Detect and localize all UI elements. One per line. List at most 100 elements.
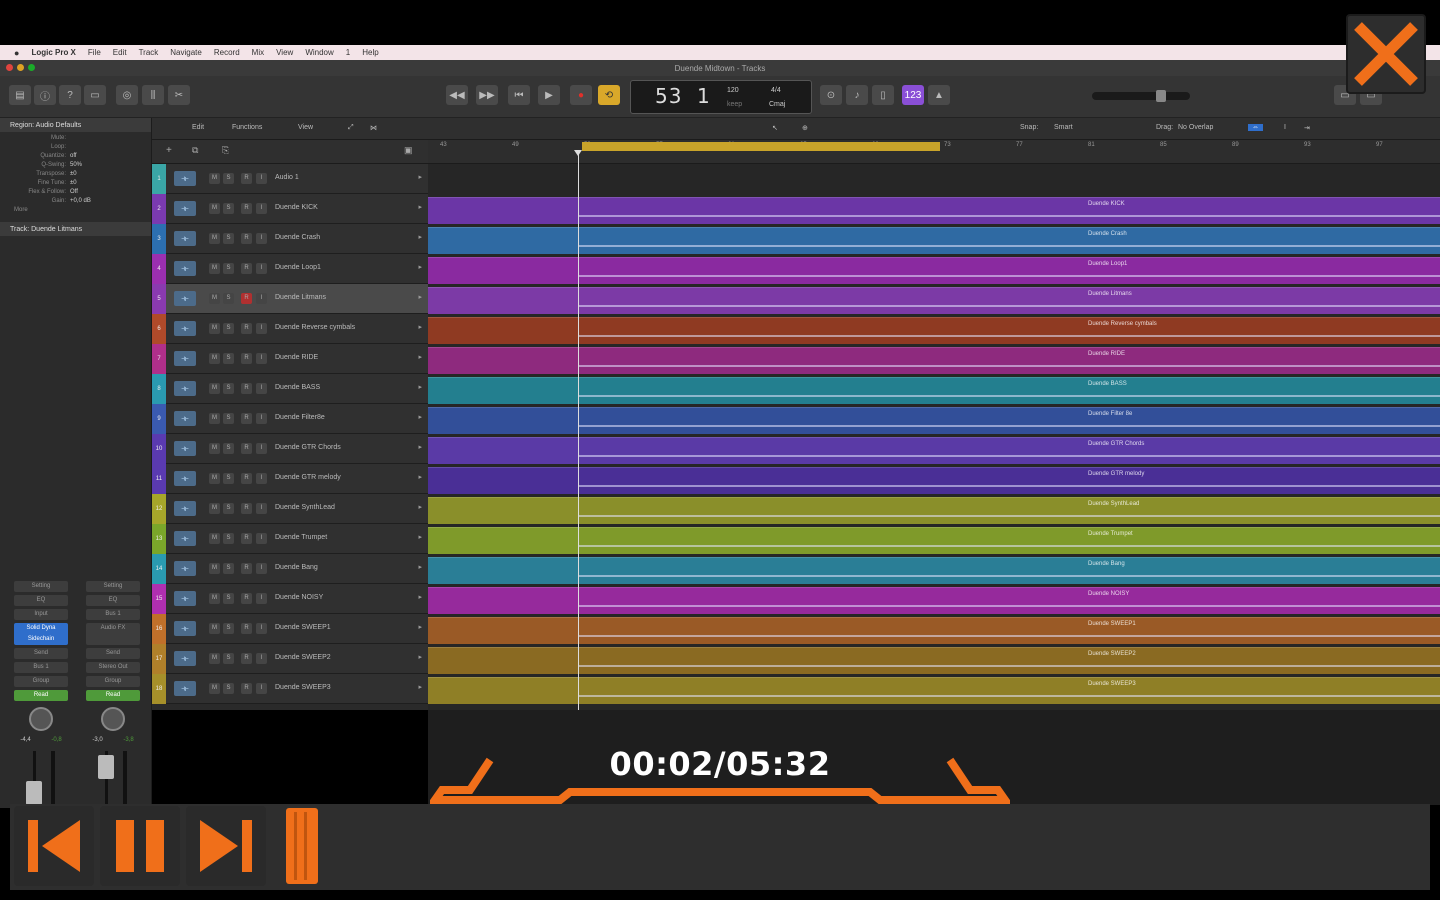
track-lane[interactable]: Duende SWEEP1 <box>428 614 1440 644</box>
track-lane[interactable]: Duende Loop1 <box>428 254 1440 284</box>
track-lane[interactable]: Duende SWEEP2 <box>428 644 1440 674</box>
playhead-marker-icon[interactable] <box>574 150 582 156</box>
record-enable-button[interactable]: R <box>241 623 252 634</box>
audio-region[interactable]: Duende SWEEP2 <box>428 647 1440 674</box>
param-row[interactable]: Transpose: ±0 <box>0 171 151 180</box>
input-monitor-button[interactable]: I <box>256 623 267 634</box>
track-name[interactable]: Duende RIDE <box>275 354 318 361</box>
track-lane[interactable] <box>428 164 1440 194</box>
strip-group-slot[interactable]: Group <box>86 676 140 687</box>
record-enable-button[interactable]: R <box>241 173 252 184</box>
param-row[interactable]: Loop: <box>0 144 151 153</box>
track-menu-arrow-icon[interactable]: ▸ <box>418 443 422 451</box>
track-menu-arrow-icon[interactable]: ▸ <box>418 173 422 181</box>
close-window-icon[interactable] <box>6 64 13 71</box>
track-lane[interactable]: Duende GTR melody <box>428 464 1440 494</box>
track-header[interactable]: 10 ⟛ M S R I Duende GTR Chords ▸ <box>152 434 428 464</box>
fader-cap[interactable] <box>98 755 114 779</box>
quick-help-icon[interactable]: ? <box>59 85 81 105</box>
record-icon[interactable]: ● <box>570 85 592 105</box>
record-enable-button[interactable]: R <box>241 443 252 454</box>
strip-eq-button[interactable]: EQ <box>14 595 68 606</box>
cycle-region[interactable] <box>582 142 940 151</box>
menu-navigate[interactable]: Navigate <box>170 48 202 57</box>
mute-button[interactable]: M <box>209 323 220 334</box>
menu-window[interactable]: Window <box>305 48 333 57</box>
mute-button[interactable]: M <box>209 683 220 694</box>
mute-button[interactable]: M <box>209 203 220 214</box>
duplicate-track-icon[interactable]: ⧉ <box>192 145 198 156</box>
menu-1[interactable]: 1 <box>346 48 350 57</box>
editors-icon[interactable]: ✂ <box>168 85 190 105</box>
strip-setting-button[interactable]: Setting <box>86 581 140 592</box>
solo-button[interactable]: S <box>223 203 234 214</box>
track-lane[interactable]: Duende BASS <box>428 374 1440 404</box>
track-menu-arrow-icon[interactable]: ▸ <box>418 563 422 571</box>
metronome-icon[interactable]: ▲ <box>928 85 950 105</box>
strip-output-slot[interactable]: Stereo Out <box>86 662 140 673</box>
track-header[interactable]: 5 ⟛ M S R I Duende Litmans ▸ <box>152 284 428 314</box>
master-volume-slider[interactable] <box>1092 90 1190 102</box>
toolbar-icon[interactable]: ▭ <box>84 85 106 105</box>
library-icon[interactable]: ▤ <box>9 85 31 105</box>
record-enable-button[interactable]: R <box>241 473 252 484</box>
solo-button[interactable]: S <box>223 533 234 544</box>
track-name[interactable]: Duende KICK <box>275 204 318 211</box>
mute-button[interactable]: M <box>209 263 220 274</box>
track-menu-arrow-icon[interactable]: ▸ <box>418 473 422 481</box>
rewind-icon[interactable]: ◀◀ <box>446 85 468 105</box>
menu-view[interactable]: View <box>276 48 293 57</box>
input-monitor-button[interactable]: I <box>256 383 267 394</box>
track-name[interactable]: Duende Loop1 <box>275 264 321 271</box>
record-enable-button[interactable]: R <box>241 203 252 214</box>
record-enable-button[interactable]: R <box>241 263 252 274</box>
minimize-window-icon[interactable] <box>17 64 24 71</box>
solo-button[interactable]: S <box>223 593 234 604</box>
horizontal-zoom-icon[interactable]: ⇥ <box>1304 124 1310 132</box>
track-menu-arrow-icon[interactable]: ▸ <box>418 323 422 331</box>
track-header[interactable]: 1 ⟛ M S R I Audio 1 ▸ <box>152 164 428 194</box>
record-enable-button[interactable]: R <box>241 503 252 514</box>
audio-region[interactable]: Duende Loop1 <box>428 257 1440 284</box>
mixer-icon[interactable]: ⫼ <box>142 85 164 105</box>
param-row[interactable]: Gain: +0,0 dB <box>0 198 151 207</box>
track-name[interactable]: Audio 1 <box>275 174 299 181</box>
secondary-tool-icon[interactable]: ⊕ <box>802 124 808 132</box>
next-button[interactable] <box>186 806 266 886</box>
cycle-icon[interactable]: ⟲ <box>598 85 620 105</box>
menu-file[interactable]: File <box>88 48 101 57</box>
track-lane[interactable]: Duende KICK <box>428 194 1440 224</box>
solo-button[interactable]: S <box>223 653 234 664</box>
track-name[interactable]: Duende NOISY <box>275 594 323 601</box>
solo-button[interactable]: S <box>223 503 234 514</box>
flex-icon[interactable]: ⋈ <box>370 124 377 132</box>
track-name[interactable]: Duende BASS <box>275 384 320 391</box>
menu-mix[interactable]: Mix <box>252 48 264 57</box>
audio-region[interactable]: Duende Trumpet <box>428 527 1440 554</box>
track-menu-arrow-icon[interactable]: ▸ <box>418 233 422 241</box>
input-monitor-button[interactable]: I <box>256 443 267 454</box>
strip-eq-button[interactable]: EQ <box>86 595 140 606</box>
param-row[interactable]: Mute: <box>0 135 151 144</box>
inspector-icon[interactable]: ⓘ <box>34 85 56 105</box>
record-enable-button[interactable]: R <box>241 293 252 304</box>
strip-input-slot[interactable]: Bus 1 <box>86 609 140 620</box>
track-menu-arrow-icon[interactable]: ▸ <box>418 653 422 661</box>
input-monitor-button[interactable]: I <box>256 203 267 214</box>
replace-icon[interactable]: ⊙ <box>820 85 842 105</box>
record-enable-button[interactable]: R <box>241 353 252 364</box>
audio-region[interactable]: Duende SWEEP3 <box>428 677 1440 704</box>
record-enable-button[interactable]: R <box>241 413 252 424</box>
record-enable-button[interactable]: R <box>241 653 252 664</box>
strip-automation-slot[interactable]: Read <box>14 690 68 701</box>
add-track-icon[interactable]: + <box>166 145 172 156</box>
strip-plugin-slot[interactable]: Audio FX <box>86 623 140 645</box>
track-name[interactable]: Duende SWEEP2 <box>275 654 331 661</box>
more-toggle[interactable]: More <box>0 207 151 216</box>
track-menu-arrow-icon[interactable]: ▸ <box>418 353 422 361</box>
mute-button[interactable]: M <box>209 593 220 604</box>
audio-region[interactable]: Duende Bang <box>428 557 1440 584</box>
input-monitor-button[interactable]: I <box>256 323 267 334</box>
record-enable-button[interactable]: R <box>241 593 252 604</box>
menu-app-name[interactable]: Logic Pro X <box>31 48 75 57</box>
